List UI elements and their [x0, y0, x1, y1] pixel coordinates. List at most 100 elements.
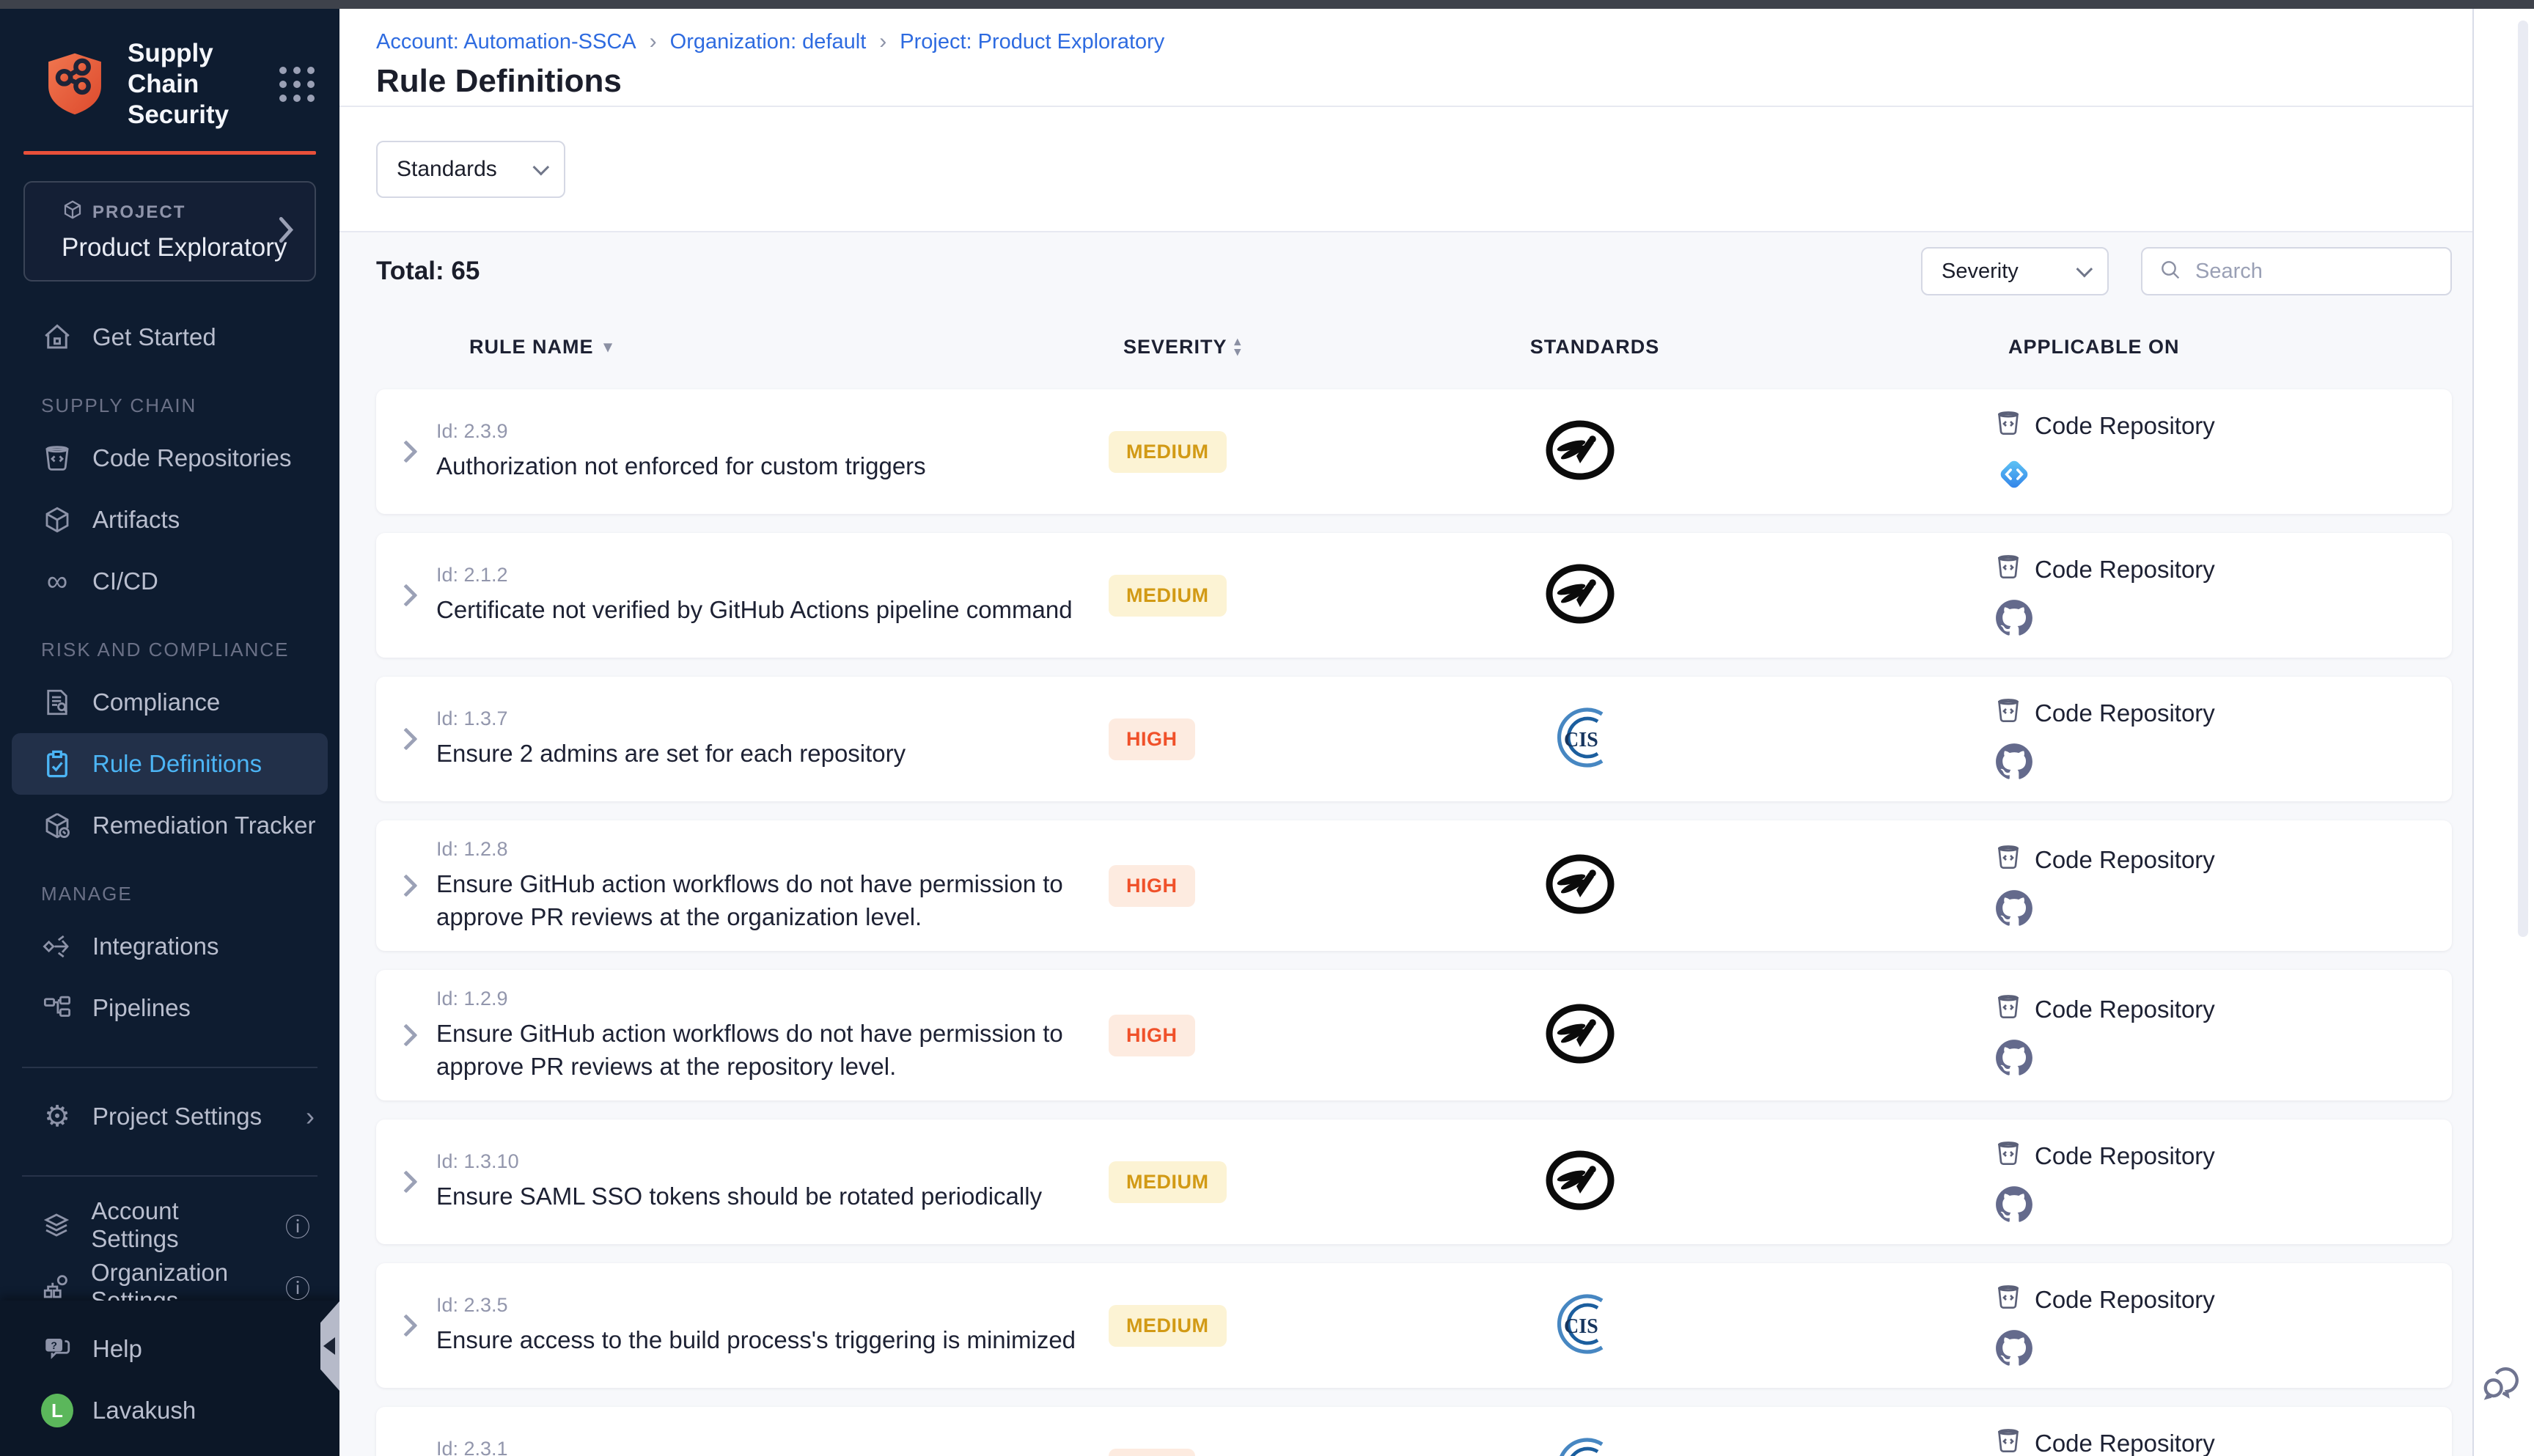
column-severity[interactable]: SEVERITY	[1123, 336, 1227, 359]
rules-content: Total: 65 Severity	[339, 232, 2472, 1456]
sidebar-item-label: Remediation Tracker	[92, 812, 315, 839]
expand-row-button[interactable]	[376, 1317, 436, 1334]
search-box	[2141, 247, 2452, 295]
rule-id: Id: 2.1.2	[436, 564, 1081, 587]
rule-name: Ensure access to the build process's tri…	[436, 1324, 1081, 1357]
chevron-right-icon	[394, 1315, 417, 1337]
search-input[interactable]	[2195, 260, 2434, 284]
help-chat-icon: ?	[41, 1334, 73, 1364]
code-repo-icon	[1994, 990, 2023, 1029]
module-grid-icon[interactable]	[279, 67, 315, 102]
document-search-icon	[41, 687, 73, 718]
chevron-right-icon	[394, 1024, 417, 1047]
svg-text:CIS: CIS	[1564, 1315, 1598, 1338]
sidebar-item-rule-definitions[interactable]: Rule Definitions	[12, 733, 328, 795]
layers-gear-icon	[41, 1210, 72, 1240]
chevron-right-icon	[276, 215, 295, 248]
sidebar-item-help[interactable]: ? Help	[0, 1318, 339, 1380]
table-row[interactable]: Id: 1.3.10 Ensure SAML SSO tokens should…	[376, 1119, 2452, 1244]
code-repo-icon	[1994, 694, 2023, 732]
table-row[interactable]: Id: 1.2.8 Ensure GitHub action workflows…	[376, 820, 2452, 951]
table-row[interactable]: Id: 1.2.9 Ensure GitHub action workflows…	[376, 970, 2452, 1100]
severity-badge: HIGH	[1109, 1015, 1195, 1056]
info-icon: ⓘ	[285, 1269, 310, 1301]
vertical-scrollbar[interactable]	[2518, 21, 2528, 937]
sidebar-footer: ? Help L Lavakush	[0, 1301, 339, 1456]
module-accent-rule	[23, 151, 316, 155]
sidebar-item-label: Help	[92, 1335, 142, 1363]
search-icon	[2159, 258, 2182, 285]
project-selector[interactable]: PROJECT Product Exploratory	[23, 181, 316, 282]
sidebar-item-account-settings[interactable]: Account Settings ⓘ	[0, 1194, 339, 1256]
breadcrumb-account-link[interactable]: Account: Automation-SSCA	[376, 30, 636, 54]
expand-row-button[interactable]	[376, 1027, 436, 1043]
expand-row-button[interactable]	[376, 878, 436, 894]
sidebar: Supply Chain Security PROJECT Product Ex…	[0, 9, 339, 1456]
avatar: L	[41, 1394, 73, 1427]
applicable-on-label: Code Repository	[2035, 556, 2215, 584]
column-rule-name[interactable]: RULE NAME	[469, 336, 594, 359]
severity-badge: MEDIUM	[1109, 575, 1227, 617]
expand-row-button[interactable]	[376, 1174, 436, 1190]
owasp-standard-icon	[1543, 1001, 1617, 1070]
github-icon	[1995, 1329, 2033, 1371]
breadcrumb: Account: Automation-SSCA › Organization:…	[376, 29, 2472, 54]
sidebar-item-get-started[interactable]: Get Started	[0, 306, 339, 368]
sidebar-item-pipelines[interactable]: Pipelines	[0, 977, 339, 1039]
column-applicable-on: APPLICABLE ON	[1778, 336, 2452, 359]
chevron-right-icon	[394, 727, 417, 750]
owasp-standard-icon	[1543, 562, 1617, 630]
cis-standard-icon: CIS	[1543, 702, 1617, 776]
table-row[interactable]: Id: 2.3.5 Ensure access to the build pro…	[376, 1263, 2452, 1388]
sidebar-item-code-repositories[interactable]: Code Repositories	[0, 427, 339, 489]
column-standards: STANDARDS	[1411, 336, 1778, 359]
rule-id: Id: 2.3.5	[436, 1294, 1081, 1317]
code-repo-icon	[1994, 841, 2023, 879]
sidebar-item-label: CI/CD	[92, 567, 158, 595]
chevron-down-icon	[533, 158, 550, 175]
table-row[interactable]: Id: 2.3.9 Authorization not enforced for…	[376, 389, 2452, 514]
user-menu[interactable]: L Lavakush	[0, 1380, 339, 1441]
sidebar-item-artifacts[interactable]: Artifacts	[0, 489, 339, 551]
sidebar-item-cicd[interactable]: ∞ CI/CD	[0, 551, 339, 612]
rule-id: Id: 1.3.10	[436, 1150, 1081, 1173]
rule-id: Id: 2.3.1	[436, 1438, 1081, 1456]
svg-text:CIS: CIS	[1564, 729, 1598, 751]
right-edge-panel	[2472, 9, 2534, 1456]
filter-bar: Standards	[339, 107, 2472, 232]
sidebar-item-compliance[interactable]: Compliance	[0, 672, 339, 733]
standards-filter-label: Standards	[397, 157, 497, 182]
rule-name: Ensure GitHub action workflows do not ha…	[436, 868, 1081, 933]
sidebar-item-project-settings[interactable]: ⚙ Project Settings ›	[0, 1086, 339, 1147]
standards-filter-dropdown[interactable]: Standards	[376, 141, 565, 198]
sidebar-item-label: Pipelines	[92, 994, 191, 1022]
code-repo-icon	[1994, 1281, 2023, 1319]
chevron-down-icon	[2076, 261, 2093, 278]
breadcrumb-project-link[interactable]: Project: Product Exploratory	[900, 30, 1164, 54]
applicable-on-label: Code Repository	[2035, 1430, 2215, 1456]
table-row[interactable]: Id: 1.3.7 Ensure 2 admins are set for ea…	[376, 677, 2452, 801]
page-title: Rule Definitions	[376, 63, 2472, 100]
applicable-on-label: Code Repository	[2035, 996, 2215, 1023]
severity-filter-label: Severity	[1942, 260, 2019, 284]
expand-row-button[interactable]	[376, 587, 436, 603]
table-row[interactable]: Id: 2.3.1 Ensure all build steps are def…	[376, 1407, 2452, 1456]
breadcrumb-organization-link[interactable]: Organization: default	[670, 30, 867, 54]
sidebar-item-remediation-tracker[interactable]: Remediation Tracker	[0, 795, 339, 856]
sidebar-item-organization-settings[interactable]: Organization Settings ⓘ	[0, 1256, 339, 1301]
severity-badge: MEDIUM	[1109, 431, 1227, 473]
chat-support-icon[interactable]	[2478, 1361, 2524, 1411]
cube-icon	[41, 504, 73, 535]
table-header: RULE NAME ▾ SEVERITY ▴▾ STANDARDS APPLIC…	[376, 328, 2452, 366]
sort-desc-icon[interactable]: ▾	[604, 337, 613, 356]
sidebar-item-integrations[interactable]: Integrations	[0, 916, 339, 977]
table-row[interactable]: Id: 2.1.2 Certificate not verified by Gi…	[376, 533, 2452, 658]
severity-filter-dropdown[interactable]: Severity	[1921, 247, 2109, 295]
main-panel: Account: Automation-SSCA › Organization:…	[339, 9, 2472, 1456]
github-icon	[1995, 1039, 2033, 1081]
expand-row-button[interactable]	[376, 444, 436, 460]
expand-row-button[interactable]	[376, 731, 436, 747]
org-gear-icon	[41, 1271, 72, 1301]
sidebar-item-label: Organization Settings	[91, 1259, 266, 1301]
sort-both-icon[interactable]: ▴▾	[1235, 337, 1242, 358]
